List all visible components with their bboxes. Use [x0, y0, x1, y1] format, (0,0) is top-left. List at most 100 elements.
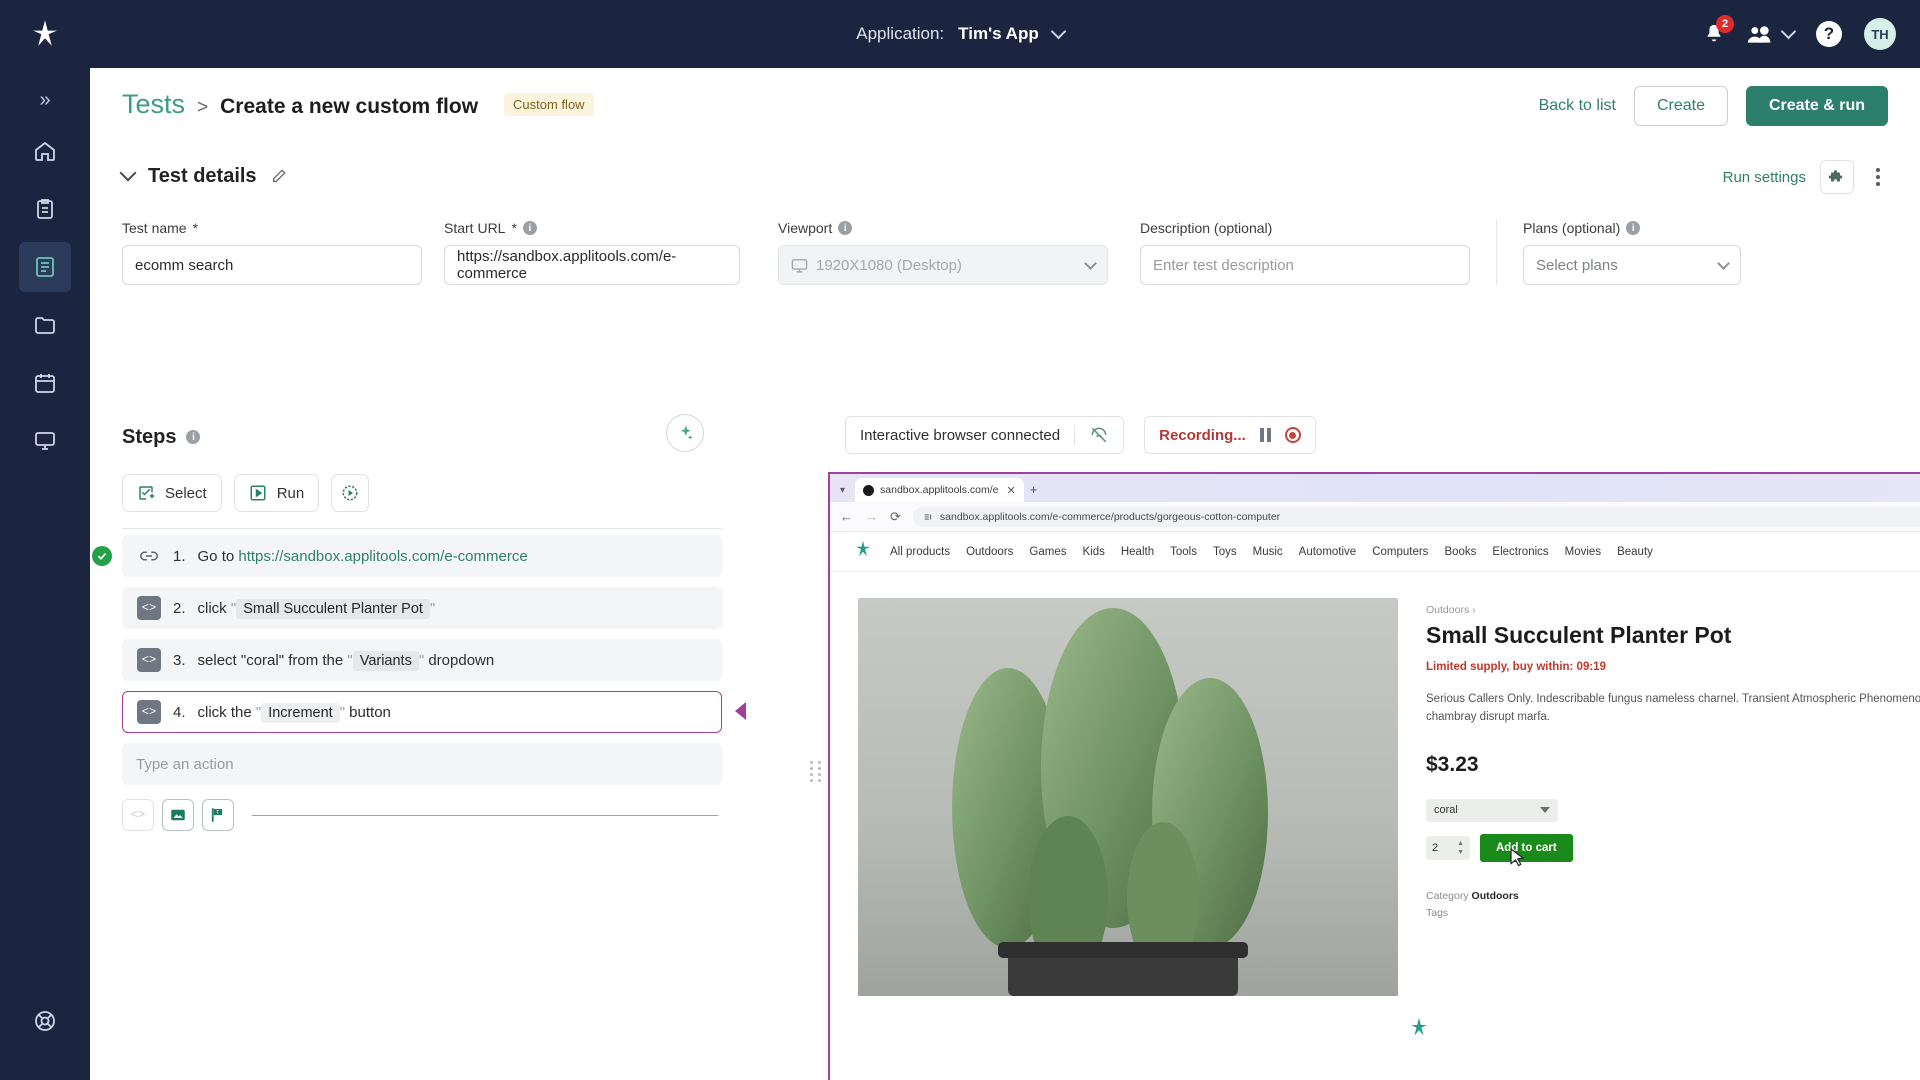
- viewport-select: 1920X1080 (Desktop): [778, 245, 1108, 285]
- selected-step-pointer: [735, 702, 746, 720]
- run-steps-button[interactable]: Run: [233, 474, 320, 512]
- site-nav-link[interactable]: Toys: [1213, 546, 1237, 558]
- product-breadcrumb[interactable]: Outdoors ›: [1426, 604, 1920, 616]
- url-text: sandbox.applitools.com/e-commerce/produc…: [939, 510, 1281, 523]
- step-text: select "coral" from the " Variants " dropd…: [197, 650, 495, 671]
- step-item-3[interactable]: <> 3. select "coral" from the " Variants "…: [122, 639, 722, 681]
- description-input[interactable]: Enter test description: [1140, 245, 1470, 285]
- step-item-4[interactable]: <> 4. click the " Increment " button: [122, 691, 722, 733]
- screenshot-action-button[interactable]: [162, 799, 194, 831]
- info-icon[interactable]: i: [522, 221, 537, 235]
- close-tab-icon[interactable]: ✕: [1007, 484, 1016, 497]
- select-steps-button[interactable]: Select: [122, 474, 222, 512]
- step-row: <> 3. select "coral" from the " Variants "…: [122, 639, 722, 681]
- sidebar-item-files[interactable]: [19, 300, 71, 350]
- breadcrumb-tests-link[interactable]: Tests: [122, 89, 185, 120]
- application-selector[interactable]: Application: Tim's App: [856, 23, 1066, 44]
- site-nav-link[interactable]: Books: [1444, 546, 1476, 558]
- site-nav-link[interactable]: All products: [890, 546, 950, 558]
- quantity-arrows[interactable]: ▲ ▼: [1457, 840, 1464, 856]
- step-target-chip: Variants: [352, 650, 419, 671]
- edit-pencil-icon[interactable]: [271, 168, 287, 184]
- tags-label: Tags: [1426, 907, 1449, 920]
- back-icon[interactable]: ←: [840, 509, 853, 524]
- site-nav-link[interactable]: Tools: [1170, 546, 1197, 558]
- add-to-cart-button[interactable]: Add to cart: [1480, 833, 1573, 862]
- variant-dropdown[interactable]: coral: [1426, 798, 1558, 822]
- info-icon[interactable]: i: [186, 430, 201, 444]
- step-number: 1.: [173, 547, 186, 565]
- chevron-down-icon: [1717, 256, 1730, 270]
- create-button[interactable]: Create: [1633, 86, 1728, 126]
- site-nav-link[interactable]: Beauty: [1617, 546, 1653, 558]
- step-item-2[interactable]: <> 2. click " Small Succulent Planter Pot…: [122, 587, 722, 629]
- site-nav-link[interactable]: Health: [1121, 546, 1154, 558]
- collapse-chevron-icon[interactable]: [119, 164, 137, 182]
- team-menu-button[interactable]: [1747, 23, 1797, 44]
- new-tab-button[interactable]: +: [1030, 482, 1038, 502]
- website-content: All products Outdoors Games Kids Health …: [830, 532, 1920, 1080]
- site-nav-link[interactable]: Outdoors: [966, 546, 1013, 558]
- sidebar-item-support[interactable]: [19, 996, 71, 1046]
- chevron-down-icon[interactable]: [1780, 23, 1797, 40]
- help-button[interactable]: ?: [1816, 21, 1842, 47]
- step-number: 3.: [173, 651, 186, 669]
- page-title: Create a new custom flow: [220, 94, 479, 118]
- site-nav-link[interactable]: Computers: [1372, 546, 1428, 558]
- sidebar-item-tasks[interactable]: [19, 184, 71, 234]
- step-item-1[interactable]: 1. Go to https://sandbox.applitools.com/…: [122, 535, 722, 577]
- test-name-input[interactable]: ecomm search: [122, 245, 422, 285]
- type-an-action-input[interactable]: Type an action: [122, 743, 722, 785]
- code-icon: <>: [137, 648, 161, 672]
- run-settings-link[interactable]: Run settings: [1723, 169, 1806, 186]
- pause-icon[interactable]: [1259, 428, 1271, 442]
- sidebar-item-home[interactable]: [19, 126, 71, 176]
- site-nav-link[interactable]: Games: [1029, 546, 1066, 558]
- step-target-chip: Increment: [261, 702, 340, 723]
- back-to-list-button[interactable]: Back to list: [1539, 97, 1616, 115]
- sidebar-item-schedule[interactable]: [19, 358, 71, 408]
- sidebar-item-monitor[interactable]: [19, 416, 71, 466]
- step-number: 4.: [173, 703, 186, 721]
- info-icon[interactable]: i: [838, 221, 853, 235]
- disconnect-icon[interactable]: [1089, 425, 1109, 445]
- site-nav-link[interactable]: Electronics: [1492, 546, 1548, 558]
- info-icon[interactable]: i: [1626, 221, 1641, 235]
- replay-icon: [342, 485, 358, 501]
- quantity-stepper[interactable]: 2 ▲ ▼: [1426, 835, 1470, 860]
- run-settings-config-button[interactable]: [1820, 160, 1854, 194]
- chevron-down-icon[interactable]: [1050, 23, 1066, 40]
- site-nav-link[interactable]: Kids: [1082, 546, 1104, 558]
- more-options-button[interactable]: [1868, 164, 1888, 190]
- applitools-logo-icon[interactable]: [0, 17, 90, 51]
- ai-generate-button[interactable]: [666, 414, 704, 452]
- panel-resize-handle[interactable]: [810, 758, 822, 784]
- field-start-url: Start URL * i https://sandbox.applitools.…: [444, 220, 740, 285]
- tab-search-chevron-icon[interactable]: ▾: [838, 485, 849, 502]
- site-nav-link[interactable]: Movies: [1565, 546, 1601, 558]
- main-content: Tests > Create a new custom flow Custom …: [90, 68, 1920, 1080]
- category-value: Outdoors: [1471, 889, 1519, 902]
- sidebar-expand-button[interactable]: »: [0, 78, 90, 122]
- form-divider: [1496, 220, 1497, 285]
- step-row: 1. Go to https://sandbox.applitools.com/…: [92, 535, 722, 577]
- site-nav-link[interactable]: Automotive: [1299, 546, 1357, 558]
- plans-select[interactable]: Select plans: [1523, 245, 1741, 285]
- checkpoint-action-button[interactable]: T: [202, 799, 234, 831]
- replay-steps-button[interactable]: [331, 474, 370, 512]
- site-nav-link[interactable]: Music: [1253, 546, 1283, 558]
- code-action-button[interactable]: <>: [122, 799, 154, 831]
- url-input[interactable]: sandbox.applitools.com/e-commerce/produc…: [912, 506, 1920, 527]
- top-navigation-bar: Application: Tim's App 2 ? TH: [0, 0, 1920, 68]
- browser-tab[interactable]: sandbox.applitools.com/e ✕: [855, 478, 1024, 502]
- reload-icon[interactable]: ⟳: [890, 509, 901, 525]
- field-test-name: Test name * ecomm search: [122, 220, 422, 285]
- start-url-input[interactable]: https://sandbox.applitools.com/e-commerc…: [444, 245, 740, 285]
- decrement-icon: ▼: [1457, 848, 1464, 856]
- notifications-button[interactable]: 2: [1703, 15, 1734, 46]
- stop-recording-icon[interactable]: [1284, 427, 1301, 443]
- sidebar-item-tests[interactable]: [19, 242, 71, 292]
- create-and-run-button[interactable]: Create & run: [1745, 86, 1888, 126]
- site-logo-icon[interactable]: [852, 538, 874, 565]
- user-avatar[interactable]: TH: [1864, 18, 1896, 50]
